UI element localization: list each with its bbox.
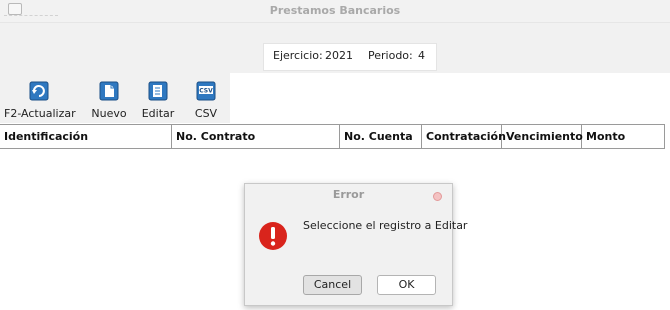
column-header-monto[interactable]: Monto [582,125,664,148]
cancel-button[interactable]: Cancel [303,275,362,295]
column-header-contrato[interactable]: No. Contrato [172,125,340,148]
dialog-message: Seleccione el registro a Editar [303,219,468,232]
ok-button[interactable]: OK [377,275,436,295]
error-dialog: Error Seleccione el registro a Editar Ca… [244,183,467,306]
edit-document-icon [148,81,168,101]
refresh-button[interactable]: F2-Actualizar [4,73,76,123]
window-titlebar: Prestamos Bancarios [0,0,670,23]
column-header-cuenta[interactable]: No. Cuenta [340,125,422,148]
csv-icon-text: CSV [199,88,213,95]
toolbar: F2-Actualizar Nuevo Editar CSV CSV [0,73,230,123]
new-document-icon [99,81,119,101]
window-title: Prestamos Bancarios [269,4,401,17]
error-exclamation-icon [259,222,287,250]
column-header-contratacion[interactable]: Contratación [422,125,506,148]
new-label: Nuevo [91,107,127,120]
refresh-label: F2-Actualizar [4,107,76,120]
refresh-icon [29,81,49,101]
column-header-vencimiento[interactable]: Vencimiento [502,125,583,148]
periodo-label: Periodo: [368,49,413,62]
ejercicio-value[interactable]: 2021 [325,49,353,62]
edit-label: Editar [141,107,175,120]
new-button[interactable]: Nuevo [89,73,129,123]
dialog-title: Error [332,188,365,201]
ejercicio-label: Ejercicio: [273,49,323,62]
csv-button[interactable]: CSV CSV [186,73,226,123]
csv-file-icon: CSV [196,81,216,101]
table-header: Identificación No. Contrato No. Cuenta C… [0,124,665,149]
column-header-identificacion[interactable]: Identificación [0,125,172,148]
edit-button[interactable]: Editar [140,73,176,123]
csv-label: CSV [194,107,218,120]
close-icon[interactable] [433,192,442,201]
period-selector: Ejercicio: 2021 Periodo: 4 [263,43,437,71]
periodo-value[interactable]: 4 [418,49,425,62]
